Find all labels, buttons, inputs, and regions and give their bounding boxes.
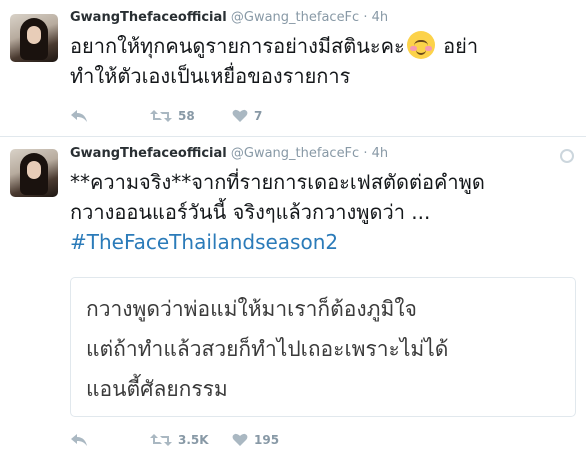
tweet-text-line: อยากให้ทุกคนดูรายการอย่างมีสตินะคะ — [70, 34, 405, 58]
timestamp[interactable]: 4h — [372, 10, 389, 25]
smiling-face-with-blush-icon — [406, 31, 435, 59]
reply-button[interactable] — [70, 106, 88, 126]
card-text-line: แต่ถ้าทำแล้วสวยก็ทำไปเถอะเพราะไม่ได้ — [86, 337, 449, 361]
timestamp[interactable]: 4h — [372, 146, 389, 161]
tweet[interactable]: GwangThefaceofficial @Gwang_thefaceFc · … — [0, 0, 586, 137]
tweet[interactable]: GwangThefaceofficial @Gwang_thefaceFc · … — [0, 137, 586, 460]
retweet-icon — [150, 434, 172, 446]
card-text: กวางพูดว่าพ่อแม่ให้มาเราก็ต้องภูมิใจ แต่… — [86, 289, 448, 409]
heart-icon — [232, 433, 248, 446]
retweet-count: 3.5K — [178, 433, 209, 447]
like-count: 195 — [254, 433, 280, 447]
tweet-header: GwangThefaceofficial @Gwang_thefaceFc · … — [70, 146, 388, 162]
user-handle[interactable]: @Gwang_thefaceFc — [231, 146, 359, 161]
tweet-text: **ความจริง**จากที่รายการเดอะเฟสตัดต่อคำพ… — [70, 167, 576, 257]
like-button[interactable]: 195 — [232, 430, 279, 450]
reply-icon — [71, 434, 87, 446]
display-name[interactable]: GwangThefaceofficial — [70, 146, 227, 161]
tweet-text-line: **ความจริง**จากที่รายการเดอะเฟสตัดต่อคำพ… — [70, 170, 485, 194]
retweet-count: 58 — [178, 109, 195, 123]
card-text-line: กวางพูดว่าพ่อแม่ให้มาเราก็ต้องภูมิใจ — [86, 297, 417, 321]
like-count: 7 — [254, 109, 263, 123]
retweet-button[interactable]: 3.5K — [150, 430, 209, 450]
reply-button[interactable] — [70, 430, 88, 450]
heart-icon — [232, 109, 248, 122]
tweet-text-line: อย่า — [443, 34, 479, 58]
tweet-text-line: กวางออนแอร์วันนี้ จริงๆแล้วกวางพูดว่า ..… — [70, 200, 431, 224]
display-name[interactable]: GwangThefaceofficial — [70, 10, 227, 25]
avatar[interactable] — [10, 149, 58, 197]
retweet-button[interactable]: 58 — [150, 106, 195, 126]
like-button[interactable]: 7 — [232, 106, 262, 126]
user-handle[interactable]: @Gwang_thefaceFc — [231, 10, 359, 25]
separator: · — [363, 10, 368, 25]
tweet-text: อยากให้ทุกคนดูรายการอย่างมีสตินะคะ อย่า … — [70, 31, 576, 91]
avatar[interactable] — [10, 14, 58, 62]
more-options-icon[interactable] — [560, 149, 574, 163]
media-card[interactable]: กวางพูดว่าพ่อแม่ให้มาเราก็ต้องภูมิใจ แต่… — [70, 277, 576, 417]
card-text-line: แอนตี้ศัลยกรรม — [86, 377, 228, 401]
hashtag-link[interactable]: #TheFaceThailandseason2 — [70, 227, 576, 257]
reply-icon — [71, 110, 87, 122]
retweet-icon — [150, 110, 172, 122]
tweet-header: GwangThefaceofficial @Gwang_thefaceFc · … — [70, 10, 388, 26]
separator: · — [363, 146, 368, 161]
tweet-text-line: ทำให้ตัวเองเป็นเหยื่อของรายการ — [70, 64, 351, 88]
